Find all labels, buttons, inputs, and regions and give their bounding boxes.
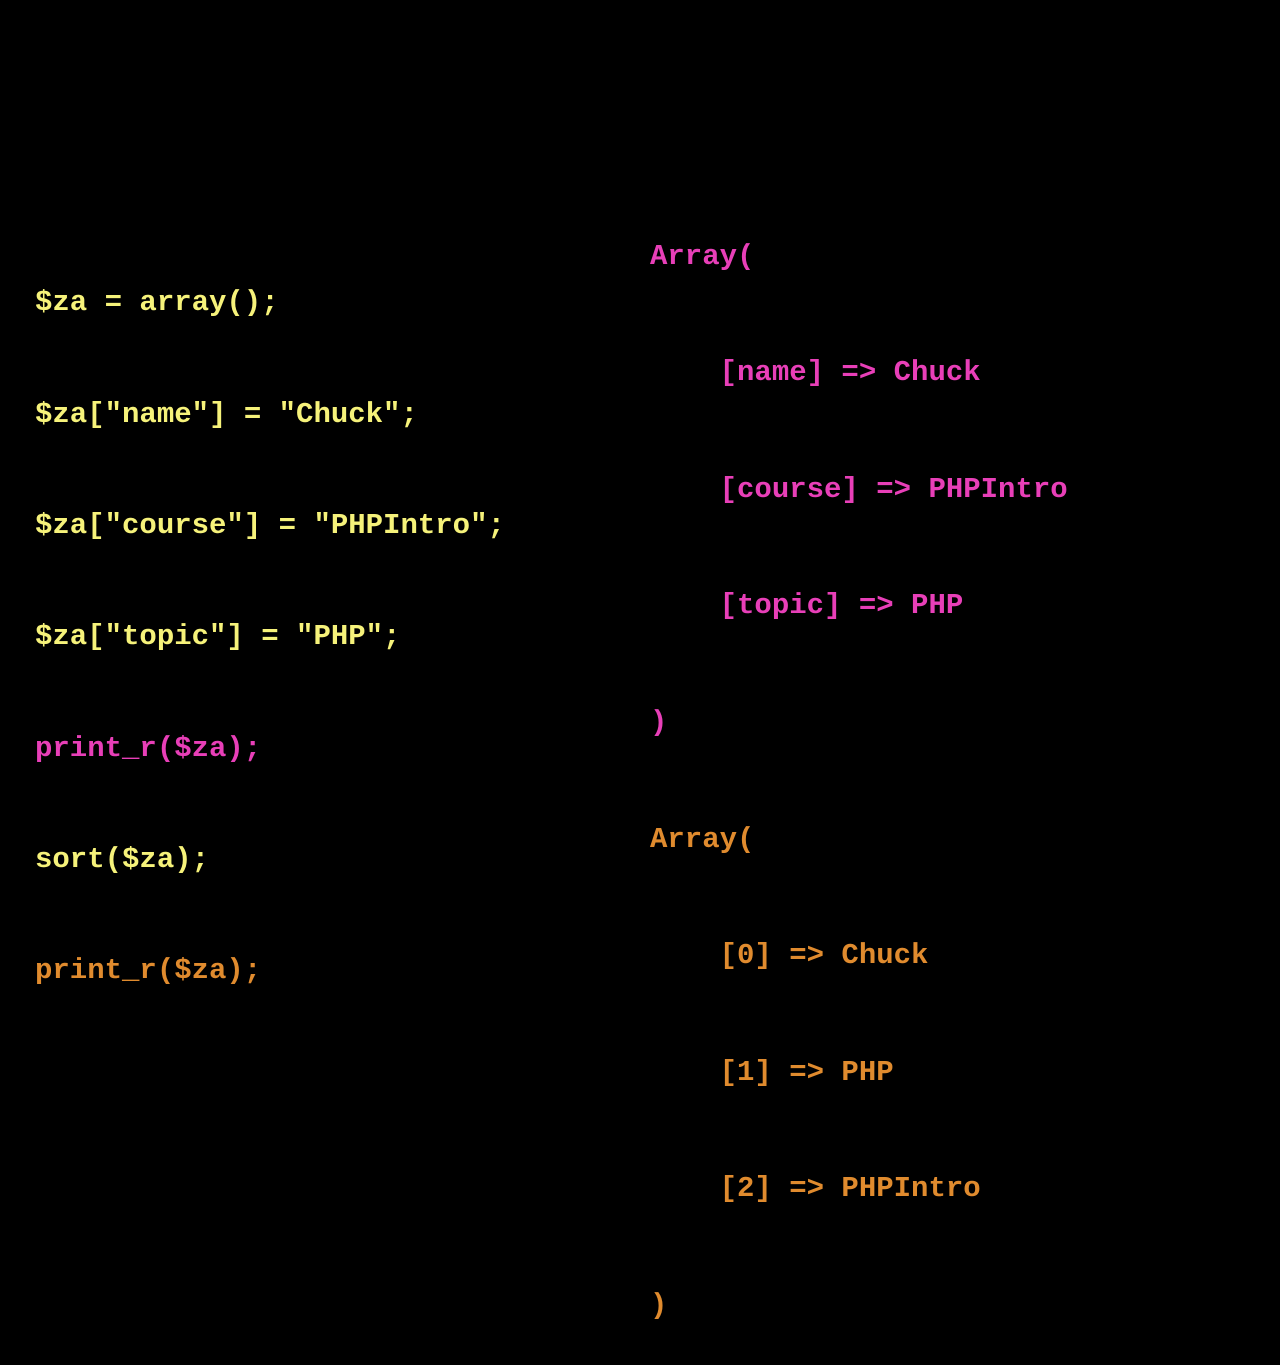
code-line: print_r($za); (35, 730, 505, 767)
code-line: $za = array(); (35, 284, 505, 321)
output-line: ) (650, 1287, 1068, 1326)
output-line: Array( (650, 238, 1068, 277)
code-line: $za["topic"] = "PHP"; (35, 618, 505, 655)
code-line: $za["name"] = "Chuck"; (35, 396, 505, 433)
output-line: [course] => PHPIntro (650, 471, 1068, 510)
code-block-left: $za = array(); $za["name"] = "Chuck"; $z… (35, 210, 505, 1026)
code-line: $za["course"] = "PHPIntro"; (35, 507, 505, 544)
output-line: Array( (650, 821, 1068, 860)
output-line: [0] => Chuck (650, 937, 1068, 976)
output-line: [2] => PHPIntro (650, 1170, 1068, 1209)
output-line: ) (650, 704, 1068, 743)
output-line: [topic] => PHP (650, 587, 1068, 626)
output-block-right: Array( [name] => Chuck [course] => PHPIn… (650, 160, 1068, 1365)
output-line: [name] => Chuck (650, 354, 1068, 393)
code-line: sort($za); (35, 841, 505, 878)
output-line: [1] => PHP (650, 1054, 1068, 1093)
code-line: print_r($za); (35, 952, 505, 989)
